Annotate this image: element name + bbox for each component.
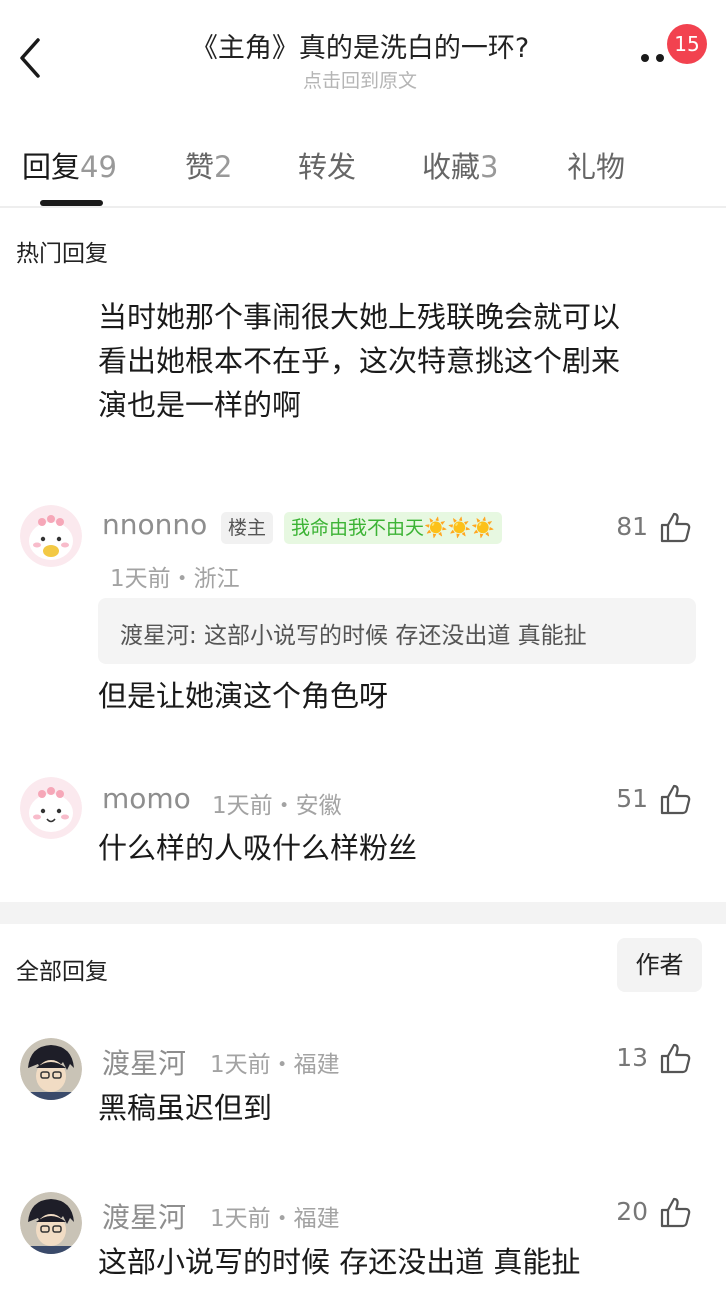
comment-meta: 1天前・福建: [210, 1052, 340, 1078]
text-line: 演也是一样的啊: [98, 388, 302, 422]
hot-replies-heading: 热门回复: [16, 241, 108, 267]
user-title-badge: 我命由我不由天☀️☀️☀️: [284, 512, 502, 544]
owner-badge: 楼主: [221, 512, 274, 544]
back-to-post-link[interactable]: 点击回到原文: [110, 66, 610, 93]
comment-meta: 1天前・浙江: [110, 566, 240, 592]
tab-label: 礼物: [567, 150, 626, 184]
avatar[interactable]: [20, 1038, 82, 1100]
thumb-up-icon[interactable]: [659, 1195, 693, 1229]
avatar[interactable]: [20, 1192, 82, 1254]
top-bar: 《主角》真的是洗白的一环? 点击回到原文 15: [0, 0, 726, 110]
thumb-up-icon[interactable]: [659, 782, 693, 816]
tab-likes[interactable]: 赞2: [185, 144, 232, 186]
quoted-reply[interactable]: 渡星河: 这部小说写的时候 存还没出道 真能扯: [98, 598, 696, 664]
text-line: 看出她根本不在乎，这次特意挑这个剧来: [98, 344, 621, 378]
tab-label: 赞: [185, 150, 215, 184]
like-count: 13: [616, 1043, 648, 1072]
author-filter-button[interactable]: 作者: [617, 938, 702, 992]
comment-text: 黑稿虽迟但到: [98, 1091, 273, 1125]
notification-badge: 15: [667, 24, 707, 64]
tab-count: 3: [480, 150, 499, 184]
avatar[interactable]: [20, 777, 82, 839]
thumb-up-icon[interactable]: [659, 1041, 693, 1075]
post-title[interactable]: 《主角》真的是洗白的一环?: [110, 26, 610, 65]
quoted-text: 渡星河: 这部小说写的时候 存还没出道 真能扯: [120, 623, 587, 649]
tab-gifts[interactable]: 礼物: [567, 144, 625, 186]
tab-favorites[interactable]: 收藏3: [422, 144, 498, 186]
text-line: 当时她那个事闹很大她上残联晚会就可以: [98, 300, 621, 334]
active-tab-indicator: [40, 200, 103, 206]
comment-text: 什么样的人吸什么样粉丝: [98, 831, 418, 865]
tab-bar: 回复49 赞2 转发 收藏3 礼物: [0, 134, 726, 208]
comment-meta: 1天前・福建: [210, 1206, 340, 1232]
comment-text: 这部小说写的时候 存还没出道 真能扯: [98, 1245, 581, 1279]
section-divider: [0, 902, 726, 924]
tab-reposts[interactable]: 转发: [298, 144, 356, 186]
hot-post-text[interactable]: 当时她那个事闹很大她上残联晚会就可以 看出她根本不在乎，这次特意挑这个剧来 演也…: [98, 295, 620, 427]
all-replies-heading: 全部回复: [16, 959, 108, 985]
like-count: 20: [616, 1197, 648, 1226]
comment-meta: 1天前・安徽: [212, 793, 342, 819]
tab-replies[interactable]: 回复49: [22, 144, 117, 186]
username[interactable]: nnonno: [102, 508, 207, 541]
comment-text: 但是让她演这个角色呀: [98, 679, 389, 713]
tab-count: 2: [214, 150, 233, 184]
tab-count: 49: [80, 150, 117, 184]
like-count: 81: [616, 512, 648, 541]
back-icon[interactable]: [14, 34, 50, 82]
avatar[interactable]: [20, 505, 82, 567]
username[interactable]: 渡星河: [102, 1042, 186, 1082]
like-count: 51: [616, 784, 648, 813]
username[interactable]: momo: [102, 782, 191, 815]
tab-label: 转发: [298, 150, 357, 184]
username[interactable]: 渡星河: [102, 1196, 186, 1236]
thumb-up-icon[interactable]: [659, 510, 693, 544]
tab-label: 回复: [22, 150, 81, 184]
tab-label: 收藏: [422, 150, 481, 184]
